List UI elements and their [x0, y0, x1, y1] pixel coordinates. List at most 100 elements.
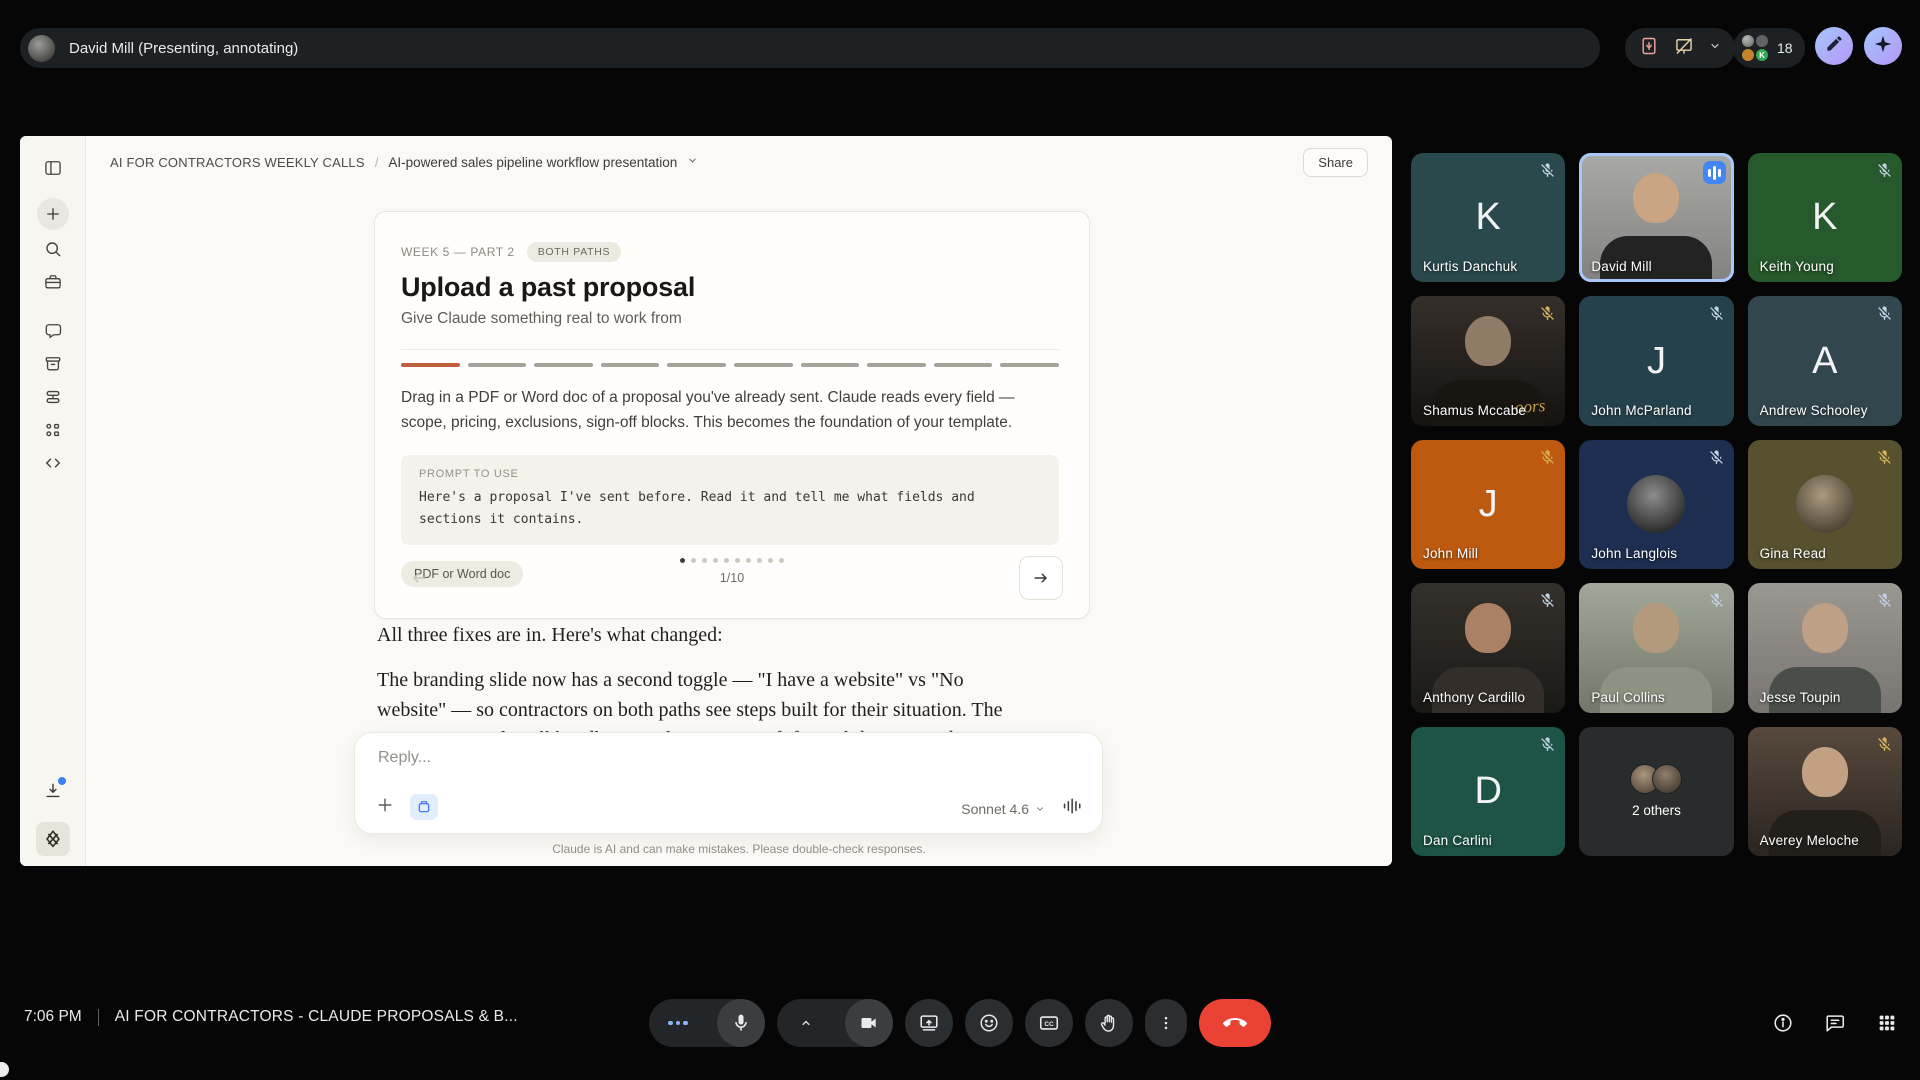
- chats-icon[interactable]: [43, 321, 63, 341]
- participant-name: Kurtis Danchuk: [1423, 259, 1517, 274]
- progress-segment: [867, 363, 926, 367]
- attach-button[interactable]: [375, 795, 395, 820]
- tools-button[interactable]: [410, 794, 438, 820]
- chevron-down-icon[interactable]: [1709, 39, 1721, 57]
- participant-tile[interactable]: JJohn McParland: [1579, 296, 1733, 425]
- participant-tile[interactable]: oorsShamus Mccabe: [1411, 296, 1565, 425]
- voice-input-icon[interactable]: [1062, 797, 1084, 820]
- breadcrumb-project[interactable]: AI FOR CONTRACTORS WEEKLY CALLS: [110, 155, 365, 170]
- present-button[interactable]: [905, 999, 953, 1047]
- clock-time: 7:06 PM: [24, 1008, 82, 1026]
- participant-avatars-cluster: K: [1741, 34, 1769, 62]
- chat-button[interactable]: [1824, 1012, 1846, 1039]
- new-chat-button[interactable]: [37, 198, 69, 230]
- mic-off-icon: [1876, 162, 1893, 179]
- participant-tile[interactable]: KKeith Young: [1748, 153, 1902, 282]
- more-options-button[interactable]: [1145, 999, 1187, 1047]
- pager-dot[interactable]: [702, 558, 707, 563]
- camera-button[interactable]: [777, 999, 893, 1047]
- notification-dot: [58, 777, 66, 785]
- transcript-icon[interactable]: [1639, 36, 1659, 61]
- model-selector[interactable]: Sonnet 4.6: [961, 801, 1045, 817]
- mic-button[interactable]: [649, 999, 765, 1047]
- projects-icon[interactable]: [43, 272, 63, 292]
- participant-name: Averey Meloche: [1760, 833, 1859, 848]
- participant-tile[interactable]: KKurtis Danchuk: [1411, 153, 1565, 282]
- profile-photo: [1796, 475, 1854, 533]
- slide-kicker: WEEK 5 — PART 2: [401, 245, 515, 259]
- gemini-button[interactable]: [1864, 27, 1902, 65]
- mic-off-icon: [1539, 305, 1556, 322]
- annotation-tool-button[interactable]: [36, 822, 70, 856]
- participant-tile[interactable]: Gina Read: [1748, 440, 1902, 569]
- mic-off-icon: [1876, 305, 1893, 322]
- participant-tile[interactable]: JJohn Mill: [1411, 440, 1565, 569]
- reactions-button[interactable]: [965, 999, 1013, 1047]
- participant-name: Andrew Schooley: [1760, 403, 1868, 418]
- slide-badge: BOTH PATHS: [527, 242, 622, 262]
- annotate-button[interactable]: [1815, 27, 1853, 65]
- artifacts-icon[interactable]: [43, 354, 63, 374]
- response-paragraph: All three fixes are in. Here's what chan…: [377, 624, 1027, 647]
- pager-dot[interactable]: [768, 558, 773, 563]
- participant-tile[interactable]: John Langlois: [1579, 440, 1733, 569]
- pen-icon: [1825, 34, 1844, 58]
- prompt-text: Here's a proposal I've sent before. Read…: [419, 487, 1019, 530]
- progress-segment: [934, 363, 993, 367]
- meet-bottom-bar: 7:06 PM AI FOR CONTRACTORS - CLAUDE PROP…: [0, 966, 1920, 1080]
- mic-off-icon: [1876, 449, 1893, 466]
- meeting-info-button[interactable]: [1772, 1012, 1794, 1039]
- progress-segment: [801, 363, 860, 367]
- pager-dot[interactable]: [757, 558, 762, 563]
- presenter-avatar: [28, 35, 55, 62]
- progress-segment: [534, 363, 593, 367]
- chevron-down-icon[interactable]: [687, 153, 698, 171]
- participant-tile[interactable]: 2 others: [1579, 727, 1733, 856]
- reply-input[interactable]: Reply...: [378, 749, 431, 767]
- progress-segment: [667, 363, 726, 367]
- participant-count-pill[interactable]: K 18: [1733, 26, 1805, 70]
- download-icon[interactable]: [43, 781, 63, 801]
- participant-tile[interactable]: AAndrew Schooley: [1748, 296, 1902, 425]
- pager-dot[interactable]: [779, 558, 784, 563]
- next-slide-button[interactable]: [1019, 556, 1063, 600]
- participant-name: David Mill: [1591, 259, 1652, 274]
- participant-name: 2 others: [1632, 803, 1681, 818]
- apps-grid-button[interactable]: [1876, 1012, 1898, 1039]
- code-icon[interactable]: [43, 453, 63, 473]
- slide-title: Upload a past proposal: [401, 272, 1059, 303]
- raise-hand-button[interactable]: [1085, 999, 1133, 1047]
- share-button[interactable]: Share: [1303, 148, 1368, 177]
- pager-dot[interactable]: [735, 558, 740, 563]
- camera-options-chevron[interactable]: [777, 1016, 835, 1030]
- breadcrumb-chat-title[interactable]: AI-powered sales pipeline workflow prese…: [388, 155, 677, 170]
- search-icon[interactable]: [43, 239, 63, 259]
- participant-name: Gina Read: [1760, 546, 1826, 561]
- progress-segment: [734, 363, 793, 367]
- participant-tile[interactable]: David Mill: [1579, 153, 1733, 282]
- presenter-pill[interactable]: David Mill (Presenting, annotating): [20, 28, 1600, 68]
- pager-dot[interactable]: [724, 558, 729, 563]
- progress-segment: [1000, 363, 1059, 367]
- page-indicator: 1/10: [375, 571, 1089, 585]
- pager-dot[interactable]: [746, 558, 751, 563]
- captions-button[interactable]: CC: [1025, 999, 1073, 1047]
- presentation-off-icon[interactable]: [1674, 36, 1694, 61]
- mic-off-icon: [1708, 449, 1725, 466]
- participant-tile[interactable]: Jesse Toupin: [1748, 583, 1902, 712]
- pager-dot[interactable]: [691, 558, 696, 563]
- pager-dot[interactable]: [713, 558, 718, 563]
- slide-pager: 1/10: [375, 556, 1089, 604]
- pager-dot[interactable]: [680, 558, 685, 563]
- participant-tile[interactable]: Averey Meloche: [1748, 727, 1902, 856]
- mic-off-icon: [1539, 162, 1556, 179]
- meet-top-bar: David Mill (Presenting, annotating) K: [0, 0, 1920, 96]
- participant-tile[interactable]: Anthony Cardillo: [1411, 583, 1565, 712]
- participant-tile[interactable]: DDan Carlini: [1411, 727, 1565, 856]
- sidebar-toggle-icon[interactable]: [43, 158, 63, 178]
- participant-name: Keith Young: [1760, 259, 1834, 274]
- automations-icon[interactable]: [43, 387, 63, 407]
- participant-tile[interactable]: Paul Collins: [1579, 583, 1733, 712]
- end-call-button[interactable]: [1199, 999, 1271, 1047]
- connectors-icon[interactable]: [43, 420, 63, 440]
